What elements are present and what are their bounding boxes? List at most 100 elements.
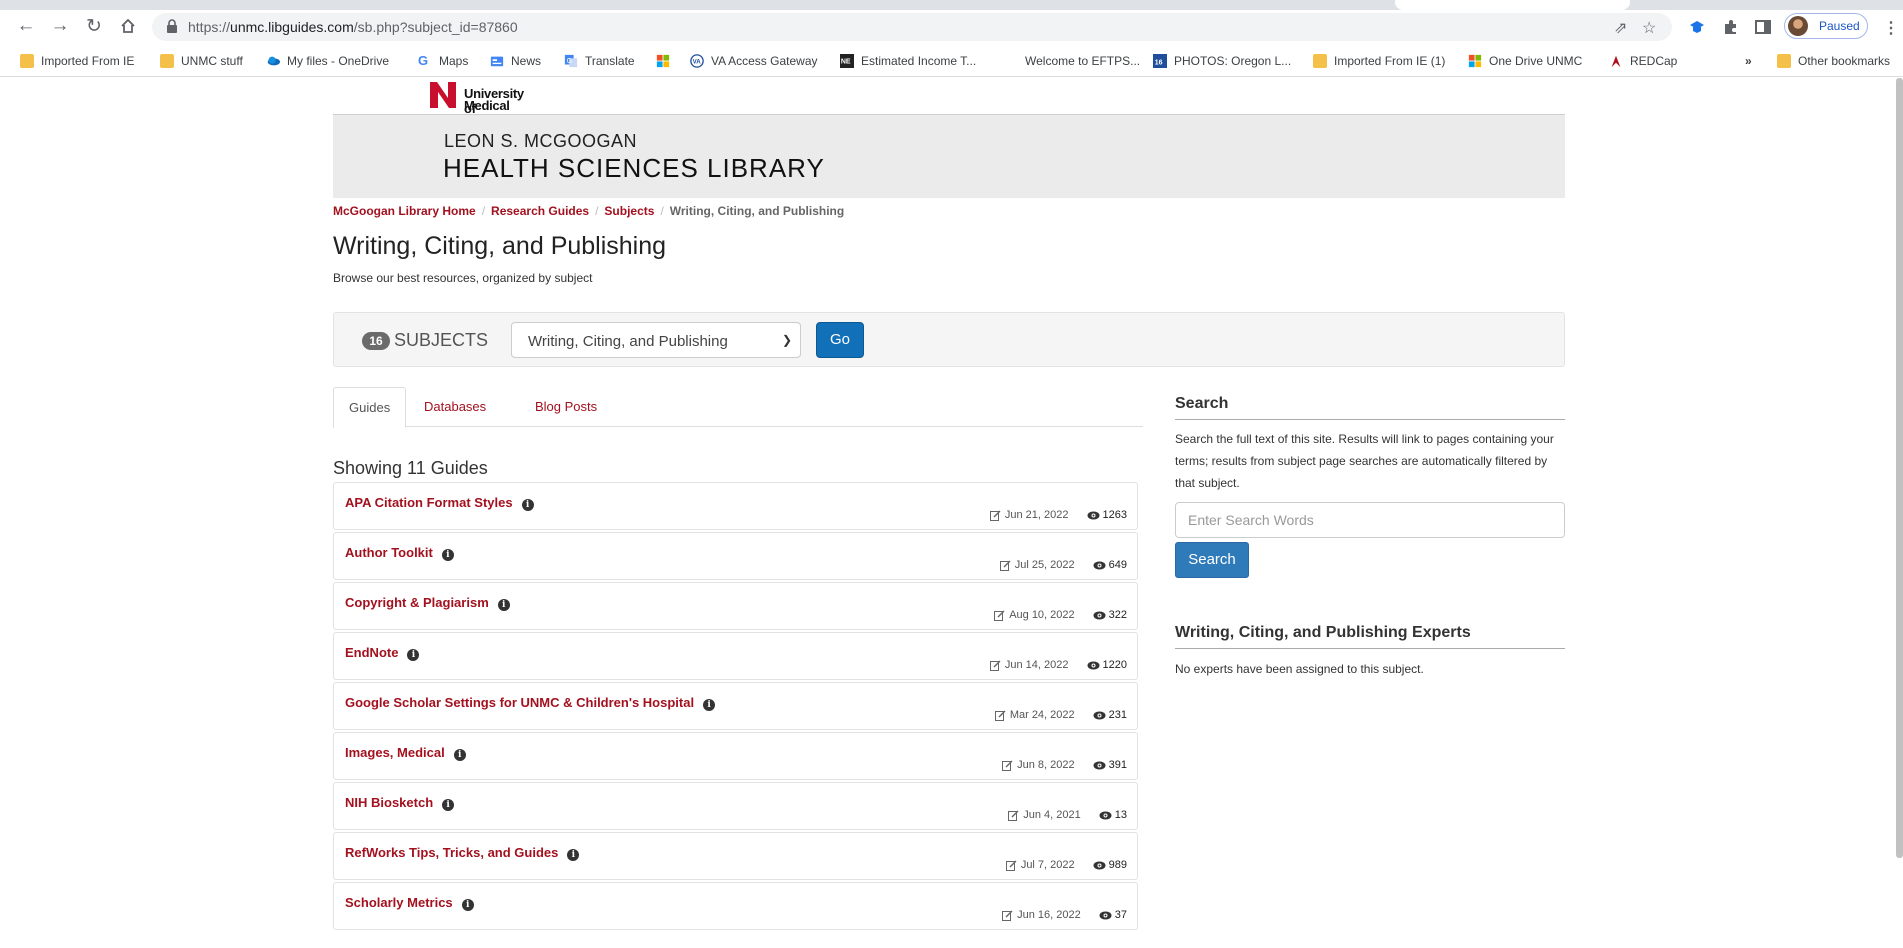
guide-meta: Jun 8, 2022 391 <box>1002 759 1127 771</box>
guide-updated-date: Jun 14, 2022 <box>1004 659 1069 671</box>
guide-updated-date: Jun 4, 2021 <box>1023 809 1081 821</box>
profile-status: Paused <box>1819 19 1860 33</box>
address-bar[interactable]: https://unmc.libguides.com/sb.php?subjec… <box>152 13 1672 41</box>
bookmark-maps[interactable]: G Maps <box>418 52 468 70</box>
breadcrumb-home[interactable]: McGoogan Library Home <box>333 204 476 218</box>
eye-icon <box>1093 761 1106 769</box>
guide-views: 322 <box>1093 609 1127 621</box>
eye-icon <box>1093 861 1106 869</box>
guide-link[interactable]: RefWorks Tips, Tricks, and Guides i <box>345 845 580 861</box>
share-icon[interactable]: ⇗ <box>1614 18 1627 38</box>
breadcrumb-subjects[interactable]: Subjects <box>604 204 654 218</box>
experts-text: No experts have been assigned to this su… <box>1175 662 1424 676</box>
guide-meta: Jun 4, 2021 13 <box>1008 809 1127 821</box>
tab-blog-posts[interactable]: Blog Posts <box>520 387 612 428</box>
guide-views: 649 <box>1093 559 1127 571</box>
eye-icon <box>1099 811 1112 819</box>
eye-icon <box>1087 661 1100 669</box>
guide-link[interactable]: NIH Biosketch i <box>345 795 455 811</box>
tab-guides[interactable]: Guides <box>333 387 407 428</box>
tab-databases[interactable]: Databases <box>409 387 501 428</box>
guide-row: RefWorks Tips, Tricks, and Guides i Jul 7,… <box>333 832 1138 880</box>
subject-select[interactable]: Writing, Citing, and Publishing ❯ <box>511 322 801 358</box>
guide-link[interactable]: Author Toolkit i <box>345 545 454 561</box>
svg-text:16: 16 <box>1155 60 1163 67</box>
extensions-puzzle-icon[interactable] <box>1722 18 1740 36</box>
forward-icon[interactable]: → <box>48 14 72 38</box>
guide-updated-date: Jun 16, 2022 <box>1017 909 1081 921</box>
home-icon[interactable] <box>116 14 140 38</box>
bookmark-translate[interactable]: G Translate <box>564 52 635 70</box>
folder-icon <box>20 54 34 68</box>
menu-icon[interactable]: ⋮ <box>1883 18 1899 38</box>
subject-selector-bar: 16 SUBJECTS Writing, Citing, and Publish… <box>333 312 1565 367</box>
edit-icon <box>994 710 1006 721</box>
bookmark-redcap[interactable]: REDCap <box>1609 52 1677 70</box>
reload-icon[interactable]: ↻ <box>82 14 106 38</box>
bookmark-news[interactable]: News <box>490 52 541 70</box>
profile-button[interactable]: Paused <box>1784 13 1868 39</box>
bookmark-estimated-income[interactable]: NE Estimated Income T... <box>840 52 976 70</box>
eye-icon <box>1087 511 1100 519</box>
guide-row: Copyright & Plagiarism i Aug 10, 2022 322 <box>333 582 1138 630</box>
guide-updated-date: Jun 21, 2022 <box>1004 509 1069 521</box>
libguides-page: University of Nebraska Medical Center LE… <box>0 78 1903 948</box>
guide-updated-date: Jul 7, 2022 <box>1020 859 1075 871</box>
edit-icon <box>999 560 1011 571</box>
bookmark-imported-from-ie-1[interactable]: Imported From IE (1) <box>1313 52 1445 70</box>
guide-link[interactable]: EndNote i <box>345 645 420 661</box>
edit-icon <box>1008 810 1019 821</box>
edit-icon <box>1002 760 1013 771</box>
bookmark-microsoft[interactable] <box>656 52 677 70</box>
info-icon[interactable]: i <box>567 849 580 861</box>
search-button[interactable]: Search <box>1175 542 1249 578</box>
info-icon[interactable]: i <box>453 749 466 761</box>
star-icon[interactable]: ☆ <box>1642 18 1656 38</box>
guide-link[interactable]: Images, Medical i <box>345 745 466 761</box>
side-panel-icon[interactable] <box>1754 18 1772 36</box>
bookmark-imported-from-ie[interactable]: Imported From IE <box>20 52 134 70</box>
guide-updated-date: Mar 24, 2022 <box>1009 709 1075 721</box>
info-icon[interactable]: i <box>407 649 420 661</box>
guide-views: 1263 <box>1087 509 1127 521</box>
va-icon: VA <box>690 54 704 68</box>
page-subtitle: Browse our best resources, organized by … <box>333 271 593 285</box>
bookmark-va-access[interactable]: VA VA Access Gateway <box>690 52 818 70</box>
bookmark-onedrive-unmc[interactable]: One Drive UNMC <box>1468 52 1582 70</box>
guide-meta: Jun 21, 2022 1263 <box>989 509 1127 521</box>
breadcrumb: McGoogan Library Home / Research Guides / … <box>333 204 844 218</box>
info-icon[interactable]: i <box>461 899 474 911</box>
info-icon[interactable]: i <box>441 549 454 561</box>
search-input[interactable]: Enter Search Words <box>1175 502 1565 538</box>
guide-views: 989 <box>1093 859 1127 871</box>
info-icon[interactable]: i <box>521 499 534 511</box>
folder-icon <box>1777 54 1791 68</box>
bookmark-eftps[interactable]: Welcome to EFTPS... <box>1025 52 1140 70</box>
guide-link[interactable]: APA Citation Format Styles i <box>345 495 534 511</box>
back-icon[interactable]: ← <box>14 14 38 38</box>
extension-blue-icon[interactable] <box>1688 18 1706 36</box>
breadcrumb-research-guides[interactable]: Research Guides <box>491 204 589 218</box>
guide-meta: Jun 14, 2022 1220 <box>989 659 1127 671</box>
guide-link[interactable]: Scholarly Metrics i <box>345 895 474 911</box>
bookmark-onedrive[interactable]: My files - OneDrive <box>266 52 389 70</box>
bookmark-other-bookmarks[interactable]: Other bookmarks <box>1777 52 1890 70</box>
more-bookmarks-chevron-icon[interactable]: » <box>1745 52 1752 70</box>
info-icon[interactable]: i <box>703 699 716 711</box>
experts-heading: Writing, Citing, and Publishing Experts <box>1175 624 1565 649</box>
info-icon[interactable]: i <box>497 599 510 611</box>
info-icon[interactable]: i <box>442 799 455 811</box>
search-description: Search the full text of this site. Resul… <box>1175 432 1554 490</box>
guide-link[interactable]: Copyright & Plagiarism i <box>345 595 510 611</box>
bookmark-unmc-stuff[interactable]: UNMC stuff <box>160 52 243 70</box>
eye-icon <box>1093 561 1106 569</box>
guide-meta: Jul 25, 2022 649 <box>999 559 1127 571</box>
google-translate-icon: G <box>564 54 578 68</box>
subjects-label: SUBJECTS <box>394 330 489 350</box>
guide-link[interactable]: Google Scholar Settings for UNMC & Child… <box>345 695 716 711</box>
edit-icon <box>1005 860 1017 871</box>
go-button[interactable]: Go <box>816 322 864 358</box>
guide-row: Images, Medical i Jun 8, 2022 391 <box>333 732 1138 780</box>
guide-views: 231 <box>1093 709 1127 721</box>
bookmark-photos-oregon[interactable]: 16 PHOTOS: Oregon L... <box>1153 52 1291 70</box>
